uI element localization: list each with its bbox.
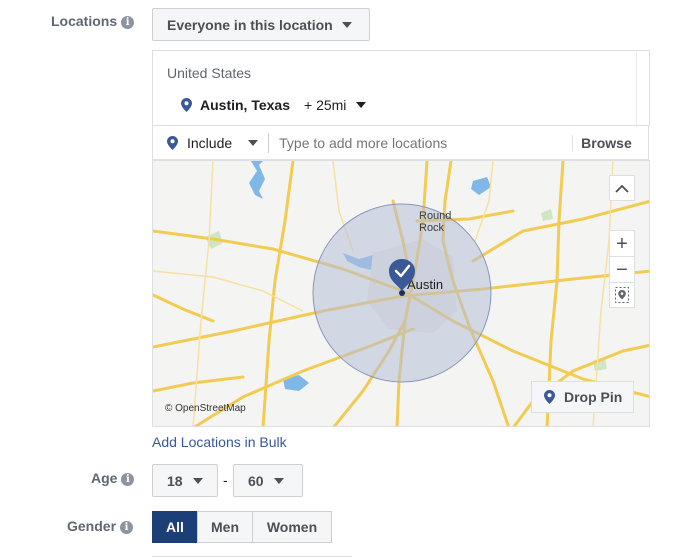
add-locations-bulk-link[interactable]: Add Locations in Bulk: [152, 434, 287, 450]
info-icon[interactable]: i: [120, 521, 134, 534]
selected-locations-panel: United States Austin, Texas + 25mi: [152, 50, 650, 127]
chevron-down-icon: [248, 139, 259, 146]
chevron-down-icon: [341, 21, 352, 28]
divider: [268, 132, 270, 153]
age-min-value: 18: [167, 472, 183, 489]
gender-option-women[interactable]: Women: [252, 511, 332, 543]
include-label: Include: [187, 134, 233, 151]
age-separator: -: [223, 472, 228, 488]
plus-icon: +: [616, 232, 628, 255]
audience-type-label: Everyone in this location: [167, 16, 333, 33]
location-search-row: Include Browse: [152, 125, 649, 160]
map-town-label-2: Rock: [419, 222, 445, 234]
locate-button[interactable]: [609, 282, 635, 308]
country-heading: United States: [167, 65, 252, 81]
radius-chevron-down-icon[interactable]: [356, 102, 367, 108]
drop-pin-button[interactable]: Drop Pin: [531, 381, 634, 413]
age-min-dropdown[interactable]: 18: [152, 464, 218, 497]
collapse-map-button[interactable]: [609, 175, 635, 201]
gender-label-text: Gender: [67, 518, 117, 534]
age-max-dropdown[interactable]: 60: [233, 464, 303, 497]
map-attribution[interactable]: © OpenStreetMap: [165, 403, 246, 414]
radius-value: + 25mi: [304, 97, 347, 113]
browse-button[interactable]: Browse: [581, 135, 632, 151]
location-chip[interactable]: Austin, Texas + 25mi: [181, 97, 367, 113]
chevron-down-icon: [273, 477, 284, 484]
info-icon[interactable]: i: [121, 473, 135, 486]
locations-label-text: Locations: [51, 13, 118, 29]
gender-segmented-control: All Men Women: [152, 511, 332, 543]
location-pin-icon: [167, 135, 178, 150]
location-search-input[interactable]: [277, 133, 572, 152]
gender-option-all[interactable]: All: [152, 511, 198, 543]
divider: [572, 134, 574, 151]
location-pin-icon: [181, 98, 192, 112]
panel-scrollbar[interactable]: [636, 51, 637, 127]
gender-label: Gender i: [67, 518, 134, 534]
locate-pin-icon: [615, 287, 629, 303]
zoom-in-button[interactable]: +: [609, 230, 635, 256]
age-max-value: 60: [248, 472, 264, 489]
divider: [152, 556, 352, 557]
chevron-up-icon: [615, 184, 629, 193]
include-dropdown[interactable]: Include: [167, 134, 259, 151]
zoom-out-button[interactable]: −: [609, 256, 635, 282]
map-town-label-1: Round: [419, 210, 451, 222]
age-label-text: Age: [91, 470, 118, 486]
map[interactable]: Round Rock Austin © OpenStreetMap + − Dr…: [152, 160, 650, 427]
audience-type-dropdown[interactable]: Everyone in this location: [152, 8, 370, 41]
gender-option-men[interactable]: Men: [197, 511, 253, 543]
location-city: Austin, Texas: [200, 97, 290, 113]
location-pin-icon: [544, 390, 555, 404]
age-label: Age i: [91, 470, 135, 486]
locations-label: Locations i: [51, 13, 135, 29]
drop-pin-label: Drop Pin: [564, 389, 623, 405]
info-icon[interactable]: i: [121, 16, 135, 29]
chevron-down-icon: [192, 477, 203, 484]
minus-icon: −: [616, 258, 628, 281]
